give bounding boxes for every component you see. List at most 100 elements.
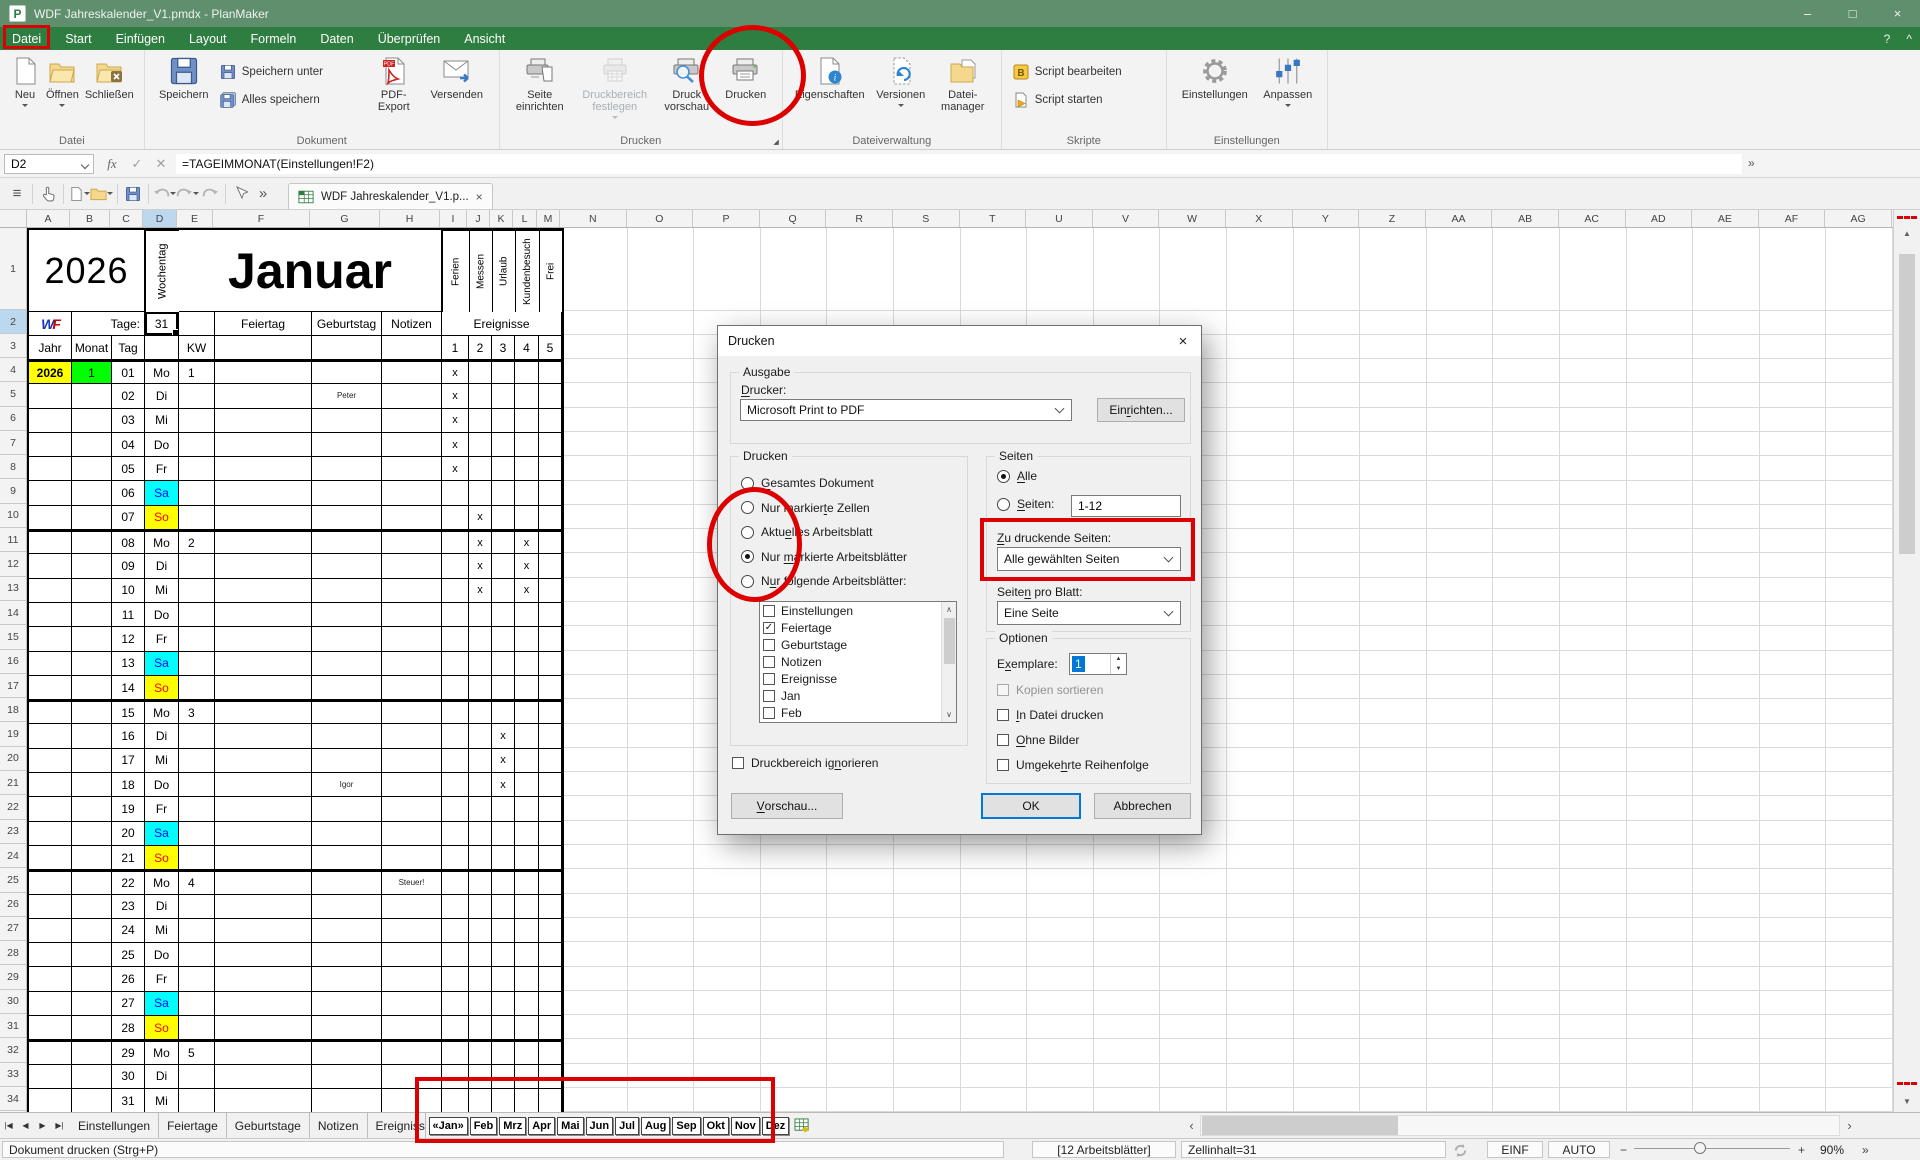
mark-cell[interactable] — [469, 627, 492, 651]
feiertag-cell[interactable] — [215, 822, 312, 846]
notiz-cell[interactable] — [382, 579, 442, 603]
event-number-cell[interactable]: 2 — [469, 336, 492, 360]
add-sheet-button[interactable] — [794, 1118, 811, 1133]
row-header-21[interactable]: 21 — [0, 771, 26, 795]
jahr-value-cell[interactable] — [29, 1065, 72, 1089]
column-header-U[interactable]: U — [1026, 210, 1093, 227]
row-header-6[interactable]: 6 — [0, 407, 26, 431]
notiz-cell[interactable] — [382, 724, 442, 748]
oeffnen-button[interactable]: Öffnen — [43, 54, 82, 112]
column-header-D[interactable]: D — [143, 210, 177, 227]
month-tab-jan[interactable]: «Jan» — [429, 1117, 468, 1135]
cell[interactable] — [215, 336, 312, 360]
tag-cell-04[interactable]: 04 — [112, 433, 145, 457]
print-option-gesamtes-dokument[interactable]: Gesamtes Dokument — [739, 471, 907, 496]
weekday-cell-21[interactable]: So — [145, 846, 179, 870]
kw-header-cell[interactable]: KW — [179, 336, 215, 360]
month-tab-mai[interactable]: Mai — [557, 1117, 583, 1135]
month-title-cell[interactable]: Januar — [179, 230, 442, 312]
weekday-cell-28[interactable]: So — [145, 1016, 179, 1040]
tag-cell-07[interactable]: 07 — [112, 506, 145, 530]
mark-cell[interactable] — [492, 457, 515, 481]
tag-cell-30[interactable]: 30 — [112, 1065, 145, 1089]
mark-cell[interactable] — [469, 797, 492, 821]
sheet-tab-ereignisse[interactable]: Ereignisse — [368, 1113, 426, 1138]
row-header-17[interactable]: 17 — [0, 674, 26, 698]
seite-einrichten-button[interactable]: Seite einrichten — [507, 54, 573, 115]
mark-cell[interactable] — [515, 895, 539, 919]
mark-cell[interactable] — [492, 409, 515, 433]
jahr-value-cell[interactable] — [29, 409, 72, 433]
sheet-tab-geburtstage[interactable]: Geburtstage — [227, 1113, 310, 1138]
monat-value-cell[interactable] — [72, 433, 112, 457]
geburtstag-cell[interactable] — [312, 530, 382, 554]
notiz-cell[interactable] — [382, 797, 442, 821]
tag-cell-26[interactable]: 26 — [112, 967, 145, 991]
mark-cell[interactable] — [492, 481, 515, 505]
notiz-cell[interactable] — [382, 749, 442, 773]
feiertag-cell[interactable] — [215, 554, 312, 578]
column-header-F[interactable]: F — [213, 210, 310, 227]
mark-cell[interactable] — [515, 1016, 539, 1040]
row-header-1[interactable]: 1 — [0, 228, 26, 310]
menu-item-überprüfen[interactable]: Überprüfen — [366, 27, 453, 50]
row-header-34[interactable]: 34 — [0, 1087, 26, 1111]
row-header-9[interactable]: 9 — [0, 479, 26, 503]
tag-cell-31[interactable]: 31 — [112, 1089, 145, 1113]
feiertag-cell[interactable] — [215, 360, 312, 384]
geburtstag-cell[interactable] — [312, 1065, 382, 1089]
mark-cell[interactable] — [515, 846, 539, 870]
jahr-value-cell[interactable] — [29, 1040, 72, 1064]
kw-cell[interactable] — [179, 1089, 215, 1113]
split-handle-bottom[interactable] — [1897, 1082, 1917, 1085]
mark-cell[interactable] — [492, 1040, 515, 1064]
seiten-radio[interactable]: Seiten: — [997, 497, 1054, 511]
tag-cell-16[interactable]: 16 — [112, 724, 145, 748]
weekday-cell-24[interactable]: Mi — [145, 919, 179, 943]
menu-item-ansicht[interactable]: Ansicht — [452, 27, 517, 50]
category-cell-kundenbesuch[interactable]: Kundenbesuch — [515, 230, 539, 312]
tag-cell-03[interactable]: 03 — [112, 409, 145, 433]
checkbox[interactable] — [763, 656, 775, 668]
kw-cell[interactable] — [179, 506, 215, 530]
kw-cell[interactable] — [179, 652, 215, 676]
row-header-14[interactable]: 14 — [0, 601, 26, 625]
mark-cell[interactable] — [442, 724, 469, 748]
weekday-cell-13[interactable]: Sa — [145, 652, 179, 676]
monat-value-cell[interactable] — [72, 870, 112, 894]
notiz-cell[interactable] — [382, 652, 442, 676]
pdf-export-button[interactable]: PDF PDF- Export — [366, 54, 422, 115]
dialog-close-icon[interactable]: × — [1165, 326, 1201, 356]
checkbox[interactable] — [763, 673, 775, 685]
geburtstag-cell[interactable] — [312, 870, 382, 894]
notiz-cell[interactable] — [382, 992, 442, 1016]
mark-cell[interactable] — [492, 676, 515, 700]
mark-cell[interactable]: x — [492, 749, 515, 773]
menu-item-start[interactable]: Start — [53, 27, 103, 50]
mark-cell[interactable] — [469, 1040, 492, 1064]
mark-cell[interactable] — [492, 797, 515, 821]
feiertag-cell[interactable] — [215, 992, 312, 1016]
feiertag-cell[interactable] — [215, 530, 312, 554]
kw-cell[interactable] — [179, 603, 215, 627]
kw-cell[interactable] — [179, 822, 215, 846]
jahr-value-cell[interactable] — [29, 530, 72, 554]
category-cell-messen[interactable]: Messen — [469, 230, 492, 312]
column-header-C[interactable]: C — [110, 210, 143, 227]
mark-cell[interactable] — [469, 700, 492, 724]
listbox-scrollbar[interactable]: ∧ ∨ — [941, 602, 956, 722]
tag-cell-11[interactable]: 11 — [112, 603, 145, 627]
month-tab-okt[interactable]: Okt — [703, 1117, 729, 1135]
column-header-V[interactable]: V — [1093, 210, 1160, 227]
column-header-M[interactable]: M — [537, 210, 560, 227]
event-number-cell[interactable]: 1 — [442, 336, 469, 360]
radio-button[interactable] — [997, 498, 1010, 511]
tag-cell-27[interactable]: 27 — [112, 992, 145, 1016]
monat-value-cell[interactable] — [72, 822, 112, 846]
geburtstag-cell[interactable] — [312, 1040, 382, 1064]
document-tab-close-icon[interactable]: × — [476, 190, 483, 204]
column-header-E[interactable]: E — [177, 210, 213, 227]
mark-cell[interactable] — [442, 967, 469, 991]
feiertag-cell[interactable] — [215, 579, 312, 603]
geburtstag-cell[interactable] — [312, 481, 382, 505]
